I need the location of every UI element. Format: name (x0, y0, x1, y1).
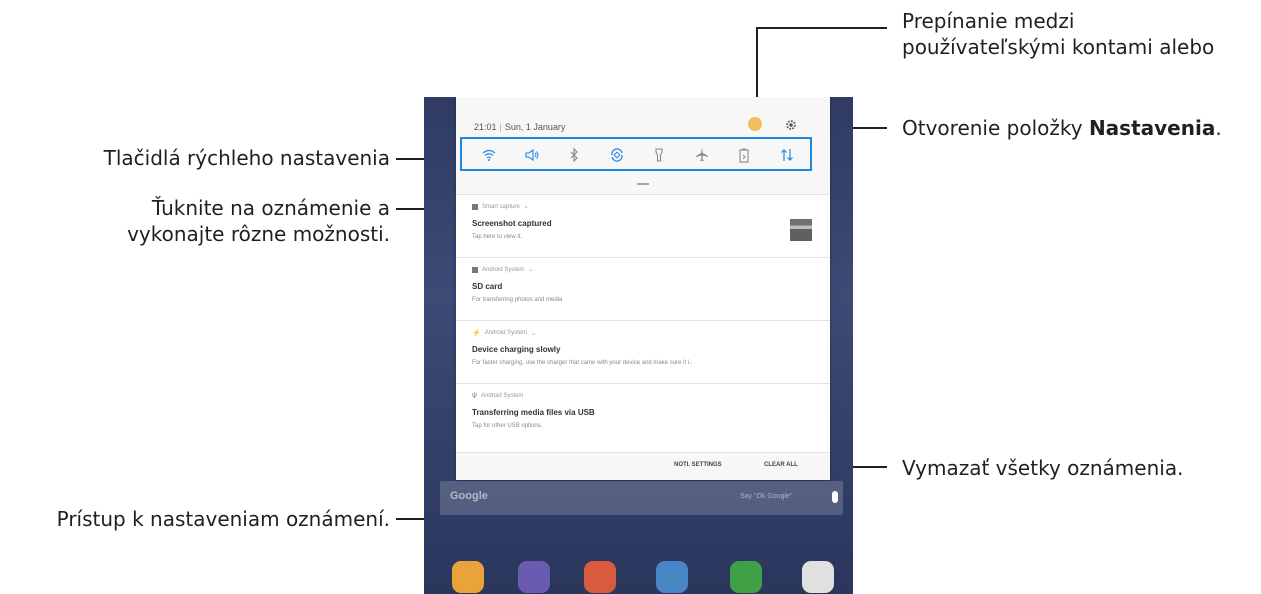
notes-app-icon[interactable] (584, 561, 616, 593)
charging-bolt-icon: ⚡ (472, 330, 481, 337)
sd-card-icon (472, 266, 478, 273)
callout-tap-line1: Ťuknite na oznámenie a (151, 196, 390, 220)
status-time: 21:01 (474, 122, 497, 132)
notification-title: Transferring media files via USB (472, 408, 595, 417)
notification-app-name: Smart capture (482, 203, 520, 210)
callout-user-switch-line1: Prepínanie medzi (902, 9, 1075, 33)
leader-user-switch-h (757, 27, 887, 29)
callout-clear-all: Vymazať všetky oznámenia. (902, 456, 1184, 480)
user-switch-avatar[interactable] (748, 117, 762, 131)
notification-app: Smart capture ⌄ (472, 203, 529, 210)
notification-app-name: Android System (484, 330, 528, 336)
notification-panel: 21:01 | Sun, 1 January Smart capture ⌄ Scre… (456, 97, 830, 480)
notification-app-name: Android System (481, 392, 524, 399)
chevron-down-icon[interactable]: ⌄ (531, 330, 536, 337)
mic-icon[interactable] (832, 491, 838, 503)
bluetooth-icon[interactable] (565, 146, 583, 164)
status-date: Sun, 1 January (504, 122, 566, 132)
callout-settings-bold: Nastavenia (1088, 116, 1216, 140)
notification-item[interactable]: ψ Android System Transferring media files… (456, 383, 830, 452)
chevron-down-icon[interactable]: ⌄ (528, 266, 533, 273)
google-hint: Say "Ok Google" (740, 493, 793, 500)
apps-folder-icon[interactable] (802, 561, 834, 593)
callout-settings: Otvorenie položky Nastavenia. (902, 115, 1222, 141)
notification-app-name: Android System (482, 266, 525, 273)
google-logo: Google (450, 490, 488, 502)
quick-settings-row (468, 140, 808, 170)
callout-settings-prefix: Otvorenie položky (902, 116, 1089, 140)
panel-drag-handle[interactable] (637, 183, 649, 185)
status-bar: 21:01 | Sun, 1 January (474, 122, 565, 132)
callout-user-switch: Prepínanie medzi používateľskými kontami… (902, 8, 1214, 60)
google-search-bar[interactable]: Google Say "Ok Google" (440, 481, 843, 515)
notification-app: ψ Android System (472, 392, 523, 399)
app-dock (424, 555, 853, 594)
callout-tap-line2: vykonajte rôzne možnosti. (127, 222, 390, 246)
notification-text: For faster charging, use the charger tha… (472, 360, 693, 366)
airplane-mode-icon[interactable] (693, 146, 711, 164)
notification-title: Screenshot captured (472, 219, 552, 228)
notification-app: Android System ⌄ (472, 266, 533, 273)
auto-rotate-icon[interactable] (608, 146, 626, 164)
gear-icon[interactable] (784, 118, 798, 132)
callout-tap-notification: Ťuknite na oznámenie a vykonajte rôzne m… (100, 195, 390, 247)
sound-icon[interactable] (523, 146, 541, 164)
notification-app: ⚡ Android System ⌄ (472, 329, 536, 337)
app-icon-1[interactable] (452, 561, 484, 593)
notification-text: Tap for other USB options. (472, 423, 543, 429)
power-saving-icon[interactable] (735, 146, 753, 164)
chevron-down-icon[interactable]: ⌄ (524, 203, 529, 210)
tablet-screen: 21:01 | Sun, 1 January Smart capture ⌄ Scre… (424, 97, 853, 594)
flashlight-icon[interactable] (650, 146, 668, 164)
notification-title: SD card (472, 282, 503, 291)
screenshot-thumbnail[interactable] (790, 219, 812, 241)
mobile-data-icon[interactable] (778, 146, 796, 164)
notification-text: For transferring photos and media (472, 297, 563, 303)
play-store-icon[interactable] (730, 561, 762, 593)
notification-text: Tap here to view it. (472, 234, 523, 240)
wifi-icon[interactable] (480, 146, 498, 164)
noti-settings-button[interactable]: NOTI. SETTINGS (674, 462, 722, 468)
camera-app-icon[interactable] (518, 561, 550, 593)
usb-icon: ψ (472, 392, 477, 399)
notification-footer: NOTI. SETTINGS CLEAR ALL (456, 452, 830, 480)
notification-item[interactable]: Android System ⌄ SD card For transferring… (456, 257, 830, 320)
image-icon (472, 203, 478, 210)
clear-all-button[interactable]: CLEAR ALL (764, 462, 798, 468)
callout-user-switch-line2: používateľskými kontami alebo (902, 35, 1215, 59)
app-icon-4[interactable] (656, 561, 688, 593)
notification-title: Device charging slowly (472, 345, 561, 354)
notification-item[interactable]: ⚡ Android System ⌄ Device charging slowly … (456, 320, 830, 383)
callout-notif-settings: Prístup k nastaveniam oznámení. (56, 507, 390, 531)
status-separator: | (499, 122, 502, 132)
callout-settings-suffix: . (1215, 116, 1222, 140)
notification-item[interactable]: Smart capture ⌄ Screenshot captured Tap h… (456, 194, 830, 257)
callout-quick-settings: Tlačidlá rýchleho nastavenia (103, 146, 390, 170)
